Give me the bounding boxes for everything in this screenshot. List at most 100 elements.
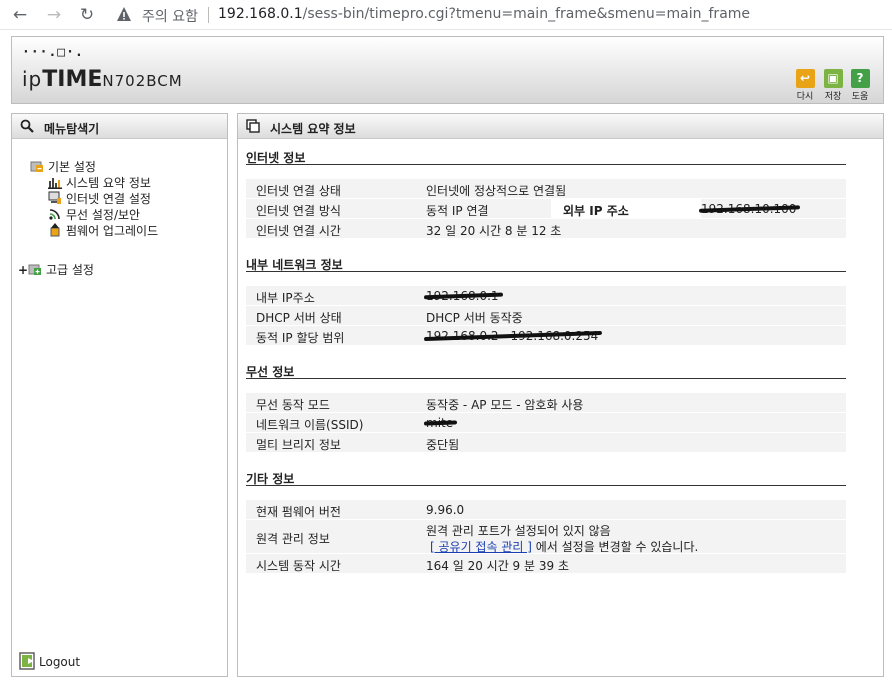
logout-button[interactable]: Logout <box>19 652 80 670</box>
table-row: 무선 동작 모드 동작중 - AP 모드 - 암호화 사용 <box>246 393 846 413</box>
system-summary-panel: 시스템 요약 정보 인터넷 정보 인터넷 연결 상태 인터넷에 정상적으로 연결… <box>237 113 884 677</box>
url-host: 192.168.0.1 <box>218 6 303 22</box>
row-key: DHCP 서버 상태 <box>256 311 342 325</box>
sidebar-item-label: 무선 설정/보안 <box>66 208 141 222</box>
magnifier-icon <box>20 119 34 133</box>
save-label: 저장 <box>824 92 842 102</box>
back-button[interactable]: ↩ 다시 <box>793 69 817 102</box>
row-key: 멀티 브리지 정보 <box>256 438 341 452</box>
external-ip-value: 192.168.10.100 <box>701 202 797 216</box>
browser-toolbar: ← → ↻ 주의 요함 192.168.0.1/sess-bin/timepro… <box>0 0 892 30</box>
table-row: 동적 IP 할당 범위 192.168.0.2 - 192.168.0.254 <box>246 326 846 346</box>
row-key: 인터넷 연결 방식 <box>256 204 341 218</box>
tree-basic-settings[interactable]: 기본 설정 <box>30 158 96 175</box>
folder-minus-icon <box>30 161 43 172</box>
row-key: 내부 IP주소 <box>256 291 315 305</box>
table-row: 네트워크 이름(SSID) mite <box>246 413 846 433</box>
tree-advanced-settings[interactable]: + 고급 설정 <box>18 261 94 278</box>
sidebar-item-label: 펌웨어 업그레이드 <box>66 224 159 238</box>
logout-label: Logout <box>39 655 81 669</box>
save-button[interactable]: ▣ 저장 <box>821 69 845 102</box>
row-value: 동적 IP 연결 <box>426 204 489 218</box>
row-key: 인터넷 연결 상태 <box>256 184 341 198</box>
folder-plus-icon <box>28 264 41 275</box>
expand-plus-icon[interactable]: + <box>18 263 28 277</box>
sidebar-item-firmware-upgrade[interactable]: 펌웨어 업그레이드 <box>48 222 158 239</box>
url-path: /sess-bin/timepro.cgi?tmenu=main_frame&s… <box>302 6 751 22</box>
row-key: 인터넷 연결 시간 <box>256 224 341 238</box>
system-summary-title: 시스템 요약 정보 <box>270 122 356 136</box>
row-key: 원격 관리 정보 <box>256 532 330 546</box>
row-value: 32 일 20 시간 8 분 12 초 <box>426 224 562 238</box>
row-key: 동적 IP 할당 범위 <box>256 331 345 345</box>
router-access-management-link[interactable]: [ 공유기 접속 관리 ] <box>430 540 532 554</box>
system-uptime-value: 164 일 20 시간 9 분 39 초 <box>426 559 569 573</box>
table-row: 원격 관리 정보 원격 관리 포트가 설정되어 있지 않음 [ 공유기 접속 관… <box>246 520 846 554</box>
help-button[interactable]: ? 도움 <box>848 69 872 102</box>
iptime-logo: ipTIMEN702BCM <box>22 67 183 92</box>
row-value: 중단됨 <box>426 438 460 452</box>
sidebar-item-system-summary[interactable]: 시스템 요약 정보 <box>48 174 151 191</box>
lan-info-table: 내부 IP주소 192.168.0.1 DHCP 서버 상태 DHCP 서버 동… <box>246 286 846 346</box>
window-icon <box>246 119 260 133</box>
row-key: 시스템 동작 시간 <box>256 559 341 573</box>
reload-icon[interactable]: ↻ <box>77 5 97 25</box>
section-divider <box>246 164 846 165</box>
sidebar-item-label: 시스템 요약 정보 <box>66 176 151 190</box>
dhcp-range-value: 192.168.0.2 - 192.168.0.254 <box>426 329 599 343</box>
menu-explorer-panel: 메뉴탐색기 기본 설정 시스템 요약 정보 인터넷 연결 설정 무선 설정/보안… <box>11 113 228 677</box>
logout-icon <box>19 652 35 670</box>
logo-time: TIME <box>42 67 103 92</box>
table-row: 시스템 동작 시간 164 일 20 시간 9 분 39 초 <box>246 554 846 574</box>
forward-arrow-icon[interactable]: → <box>44 5 64 25</box>
chart-icon <box>48 178 62 189</box>
row-key: 네트워크 이름(SSID) <box>256 418 364 432</box>
firmware-version-value: 9.96.0 <box>426 503 465 517</box>
table-row: DHCP 서버 상태 DHCP 서버 동작중 <box>246 306 846 326</box>
table-row: 인터넷 연결 방식 동적 IP 연결 외부 IP 주소 192.168.10.1… <box>246 199 846 219</box>
router-header: ···.□·. ipTIMEN702BCM ↩ 다시 ▣ 저장 ? 도움 <box>11 36 884 104</box>
url-separator <box>208 7 209 23</box>
table-row: 내부 IP주소 192.168.0.1 <box>246 286 846 306</box>
row-value: 인터넷에 정상적으로 연결됨 <box>426 184 567 198</box>
menu-explorer-title: 메뉴탐색기 <box>44 122 100 136</box>
ssid-value: mite <box>426 416 454 430</box>
security-warning[interactable]: 주의 요함 <box>142 6 198 26</box>
upgrade-icon <box>50 223 60 237</box>
table-row: 현재 펌웨어 버전 9.96.0 <box>246 500 846 520</box>
logo-dots: ···.□·. <box>22 45 84 60</box>
help-label: 도움 <box>851 92 869 102</box>
row-key: 무선 동작 모드 <box>256 398 330 412</box>
menu-explorer-header: 메뉴탐색기 <box>12 114 227 139</box>
table-row: 인터넷 연결 시간 32 일 20 시간 8 분 12 초 <box>246 219 846 239</box>
sidebar-item-internet-settings[interactable]: 인터넷 연결 설정 <box>48 190 151 207</box>
sidebar-item-wireless-security[interactable]: 무선 설정/보안 <box>48 206 140 223</box>
save-icon: ▣ <box>823 69 843 88</box>
etc-info-table: 현재 펌웨어 버전 9.96.0 원격 관리 정보 원격 관리 포트가 설정되어… <box>246 500 846 574</box>
logo-ip: ip <box>22 67 43 91</box>
back-icon: ↩ <box>795 69 815 88</box>
address-bar[interactable]: 192.168.0.1/sess-bin/timepro.cgi?tmenu=m… <box>218 6 750 22</box>
back-arrow-icon[interactable]: ← <box>10 5 30 25</box>
warning-icon[interactable] <box>116 6 132 22</box>
computer-icon <box>48 191 61 204</box>
help-icon: ? <box>850 69 870 88</box>
lan-ip-value: 192.168.0.1 <box>426 289 499 303</box>
remote-management-hint: 에서 설정을 변경할 수 있습니다. <box>531 540 699 554</box>
row-value: 동작중 - AP 모드 - 암호화 사용 <box>426 398 584 412</box>
external-ip-label: 외부 IP 주소 <box>551 199 701 219</box>
wireless-info-table: 무선 동작 모드 동작중 - AP 모드 - 암호화 사용 네트워크 이름(SS… <box>246 393 846 453</box>
section-divider <box>246 485 846 486</box>
internet-info-table: 인터넷 연결 상태 인터넷에 정상적으로 연결됨 인터넷 연결 방식 동적 IP… <box>246 179 846 239</box>
sidebar-item-label: 인터넷 연결 설정 <box>66 192 151 206</box>
row-value: DHCP 서버 동작중 <box>426 311 523 325</box>
section-divider <box>246 378 846 379</box>
back-label: 다시 <box>796 92 814 102</box>
tree-basic-label: 기본 설정 <box>48 160 96 174</box>
row-key: 현재 펌웨어 버전 <box>256 505 341 519</box>
table-row: 멀티 브리지 정보 중단됨 <box>246 433 846 453</box>
section-divider <box>246 271 846 272</box>
logo-model: N702BCM <box>102 72 183 90</box>
table-row: 인터넷 연결 상태 인터넷에 정상적으로 연결됨 <box>246 179 846 199</box>
remote-management-status: 원격 관리 포트가 설정되어 있지 않음 <box>426 524 611 538</box>
